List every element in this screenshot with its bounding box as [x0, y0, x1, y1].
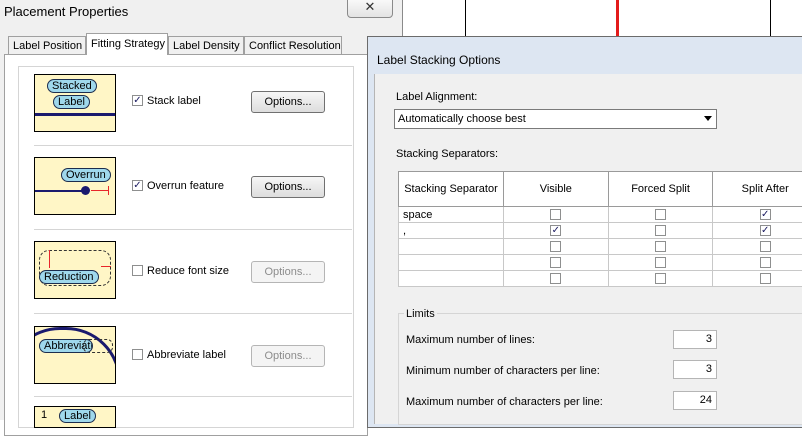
separators-label: Stacking Separators:: [396, 148, 498, 160]
split-after-checkbox[interactable]: [760, 273, 771, 284]
preview-label: Stacked: [47, 79, 97, 93]
unplaced-preview: 1 Label: [34, 406, 116, 428]
forced-split-checkbox[interactable]: [655, 241, 666, 252]
tab-fitting-strategy[interactable]: Fitting Strategy: [86, 33, 168, 55]
reduce-font-checkbox[interactable]: [132, 265, 143, 276]
preview-overrun-tick: [108, 186, 109, 195]
overrun-text: Overrun feature: [147, 180, 224, 192]
separator-cell[interactable]: [399, 271, 504, 287]
preview-overrun: [91, 190, 109, 191]
split-after-checkbox[interactable]: ✓: [760, 209, 771, 220]
table-row: space ✓: [399, 207, 802, 223]
abbreviate-options-button[interactable]: Options...: [251, 345, 325, 367]
max-lines-label: Maximum number of lines:: [406, 334, 535, 346]
column-header: Split After: [713, 172, 802, 207]
stack-label-checkbox[interactable]: ✓: [132, 95, 143, 106]
preview-line: [35, 190, 85, 192]
table-row: [399, 239, 802, 255]
separator-cell[interactable]: [399, 255, 504, 271]
split-after-checkbox[interactable]: ✓: [760, 225, 771, 236]
dialog-title: Label Stacking Options: [377, 53, 500, 67]
tab-conflict-resolution[interactable]: Conflict Resolution: [244, 36, 342, 54]
map-line: [770, 0, 771, 40]
separator-cell[interactable]: [399, 239, 504, 255]
stack-label-text: Stack label: [147, 95, 201, 107]
split-after-checkbox[interactable]: [760, 241, 771, 252]
reduce-options-button[interactable]: Options...: [251, 261, 325, 283]
overrun-preview: Overrun: [34, 157, 116, 215]
preview-curve: [34, 327, 116, 384]
preview-line: [35, 113, 115, 116]
column-header: Visible: [503, 172, 608, 207]
divider: [34, 313, 352, 314]
reduction-preview: Reduction: [34, 241, 116, 299]
separator-cell[interactable]: ,: [399, 223, 504, 239]
max-chars-label: Maximum number of characters per line:: [406, 396, 603, 408]
abbreviate-checkbox[interactable]: [132, 349, 143, 360]
overrun-options-button[interactable]: Options...: [251, 176, 325, 198]
divider: [34, 145, 352, 146]
forced-split-checkbox[interactable]: [655, 225, 666, 236]
split-after-checkbox[interactable]: [760, 257, 771, 268]
forced-split-checkbox[interactable]: [655, 273, 666, 284]
preview-arrow: [49, 250, 50, 268]
min-chars-label: Minimum number of characters per line:: [406, 365, 600, 377]
preview-arrow: [101, 266, 111, 267]
preview-label: Label: [53, 95, 90, 109]
overrun-checkbox[interactable]: ✓: [132, 180, 143, 191]
alignment-label: Label Alignment:: [396, 91, 477, 103]
preview-outline: [83, 339, 113, 353]
preview-label: Reduction: [39, 270, 99, 284]
separators-table: Stacking Separator Visible Forced Split …: [398, 171, 802, 287]
abbreviation-preview: Abbreviation: [34, 326, 116, 384]
dialog-title: Placement Properties: [4, 4, 128, 19]
reduce-font-text: Reduce font size: [147, 265, 229, 277]
forced-split-checkbox[interactable]: [655, 209, 666, 220]
visible-checkbox[interactable]: [550, 273, 561, 284]
stack-preview: Stacked Label: [34, 74, 116, 132]
column-header: Forced Split: [608, 172, 713, 207]
max-chars-input[interactable]: 24: [673, 391, 717, 410]
visible-checkbox[interactable]: [550, 257, 561, 268]
visible-checkbox[interactable]: [550, 209, 561, 220]
map-line: [465, 0, 466, 40]
tab-label-density[interactable]: Label Density: [168, 36, 244, 54]
table-row: [399, 255, 802, 271]
preview-label: Label: [59, 409, 96, 423]
stack-options-button[interactable]: Options...: [251, 91, 325, 113]
forced-split-checkbox[interactable]: [655, 257, 666, 268]
table-row: , ✓ ✓: [399, 223, 802, 239]
tab-label-position[interactable]: Label Position: [8, 36, 86, 54]
min-chars-input[interactable]: 3: [673, 360, 717, 379]
separator-cell[interactable]: space: [399, 207, 504, 223]
abbreviate-text: Abbreviate label: [147, 349, 226, 361]
limits-label: Limits: [404, 308, 437, 320]
preview-label: Overrun: [61, 168, 111, 182]
preview-number: 1: [41, 409, 47, 421]
chevron-down-icon: [704, 116, 712, 121]
close-button[interactable]: ✕: [347, 0, 393, 18]
table-row: [399, 271, 802, 287]
visible-checkbox[interactable]: ✓: [550, 225, 561, 236]
visible-checkbox[interactable]: [550, 241, 561, 252]
alignment-select[interactable]: Automatically choose best: [394, 109, 717, 129]
divider: [34, 229, 352, 230]
alignment-value: Automatically choose best: [398, 113, 526, 125]
divider: [34, 396, 352, 397]
preview-endpoint: [81, 186, 90, 195]
column-header: Stacking Separator: [399, 172, 504, 207]
max-lines-input[interactable]: 3: [673, 330, 717, 349]
